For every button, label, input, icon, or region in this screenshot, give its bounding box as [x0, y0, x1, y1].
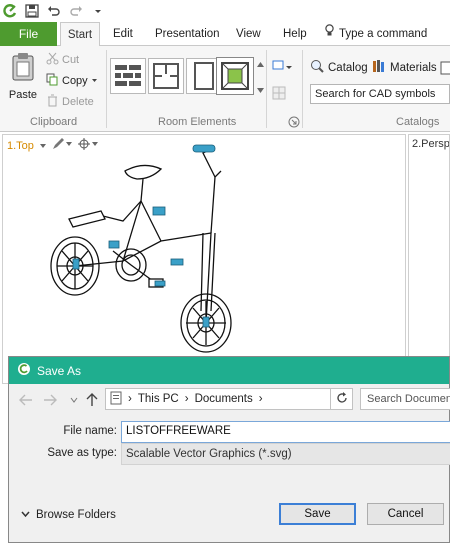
materials-icon — [372, 59, 387, 77]
tab-file[interactable]: File — [0, 22, 57, 46]
tab-view[interactable]: View — [236, 22, 261, 46]
materials-button[interactable]: Materials — [372, 59, 437, 77]
address-bar[interactable]: › This PC › Documents › — [105, 388, 331, 410]
cancel-button[interactable]: Cancel — [367, 503, 444, 525]
cut-button[interactable]: Cut — [46, 52, 79, 68]
catalog-button[interactable]: Catalog — [310, 59, 368, 77]
tab-presentation[interactable]: Presentation — [155, 22, 220, 46]
breadcrumb-this-pc[interactable]: This PC — [138, 393, 179, 405]
paste-button[interactable]: Paste — [6, 52, 40, 101]
forward-arrow-icon[interactable] — [43, 392, 57, 408]
tab-help[interactable]: Help — [283, 22, 307, 46]
floor-button[interactable] — [216, 57, 254, 95]
divider — [266, 50, 267, 128]
room-button[interactable] — [148, 58, 184, 94]
tab-edit[interactable]: Edit — [113, 22, 133, 46]
room-elements-group-label: Room Elements — [158, 116, 237, 128]
floor-icon — [221, 62, 249, 90]
application-window: File Start Edit Presentation View Help T… — [0, 0, 450, 543]
door-icon — [194, 62, 214, 90]
refresh-button[interactable] — [331, 388, 353, 410]
clipboard-icon — [12, 53, 34, 81]
back-arrow-icon[interactable] — [19, 392, 33, 408]
save-type-label: Save as type: — [47, 447, 117, 459]
delete-button[interactable]: Delete — [46, 94, 94, 110]
chevron-down-icon — [91, 75, 98, 87]
file-name-row: File name: LISTOFFREEWARE — [9, 421, 450, 443]
dialog-nav-bar: › This PC › Documents › Search Documents — [9, 385, 450, 415]
path-separator-icon: › — [258, 393, 263, 405]
save-type-row: Save as type: Scalable Vector Graphics (… — [9, 443, 450, 465]
scissors-icon — [46, 52, 59, 68]
lightbulb-icon — [324, 22, 335, 46]
cut-label: Cut — [62, 54, 80, 66]
tab-start[interactable]: Start — [60, 22, 100, 47]
perspective-view-label[interactable]: 2.Perspe — [412, 138, 449, 150]
top-view-label[interactable]: 1.Top — [7, 140, 34, 152]
materials-label: Materials — [390, 62, 437, 74]
gallery-scroll[interactable] — [256, 58, 264, 96]
cad-symbol-search-input[interactable]: Search for CAD symbols — [310, 84, 450, 104]
redo-icon[interactable] — [68, 3, 84, 19]
dialog-title-bar[interactable]: Save As — [9, 357, 449, 384]
save-button[interactable]: Save — [279, 503, 356, 525]
brick-wall-icon — [115, 65, 141, 86]
paste-label: Paste — [8, 89, 38, 101]
save-as-dialog: Save As › This PC › Documents › Search D… — [8, 356, 450, 543]
catalog-label: Catalog — [328, 62, 368, 74]
copy-icon — [46, 73, 59, 89]
delete-label: Delete — [62, 96, 94, 108]
path-separator-icon: › — [184, 393, 189, 405]
file-name-input[interactable]: LISTOFFREEWARE — [121, 421, 450, 443]
browse-folders-toggle[interactable]: Browse Folders — [21, 509, 116, 521]
catalogs-group-label: Catalogs — [396, 116, 440, 128]
refresh-icon — [336, 391, 348, 407]
room-plan-icon — [153, 63, 179, 89]
perspective-viewport[interactable]: 2.Perspe — [408, 134, 450, 384]
up-arrow-icon[interactable] — [85, 392, 99, 408]
top-viewport[interactable]: 1.Top — [2, 134, 406, 384]
folder-icon — [110, 391, 122, 408]
undo-icon[interactable] — [46, 3, 62, 19]
command-search-label: Type a command — [339, 28, 428, 40]
copy-label: Copy — [62, 75, 88, 87]
file-name-label: File name: — [63, 425, 117, 437]
dialog-search-input[interactable]: Search Documents — [360, 388, 450, 410]
ribbon-panel: Paste Cut Copy Delete Clipboard Room Ele… — [0, 46, 450, 132]
dialog-app-icon — [17, 362, 31, 379]
dialog-title: Save As — [37, 363, 82, 378]
command-search[interactable]: Type a command — [324, 22, 427, 46]
clipboard-group-label: Clipboard — [30, 116, 78, 128]
save-type-select[interactable]: Scalable Vector Graphics (*.svg) — [121, 443, 450, 465]
dialog-launcher-icon[interactable] — [288, 116, 300, 131]
save-icon[interactable] — [24, 3, 40, 19]
wall-button[interactable] — [110, 58, 146, 94]
ribbon-tabs: File Start Edit Presentation View Help T… — [0, 22, 450, 47]
catalog-icon — [310, 59, 325, 77]
chevron-down-icon — [21, 509, 30, 521]
divider — [302, 50, 303, 128]
app-logo-icon — [2, 3, 18, 19]
extra-tool-icon[interactable] — [440, 61, 450, 78]
browse-folders-label: Browse Folders — [36, 509, 116, 521]
breadcrumb-documents[interactable]: Documents — [195, 393, 253, 405]
recent-dropdown-icon[interactable] — [67, 392, 81, 408]
grid-tool-icon — [272, 86, 286, 103]
qat-dropdown-icon[interactable] — [90, 3, 106, 19]
scroll-down-icon[interactable] — [256, 84, 264, 96]
path-separator-icon: › — [128, 393, 132, 405]
delete-icon — [46, 94, 59, 110]
scroll-up-icon[interactable] — [256, 58, 264, 70]
bicycle-drawing — [50, 144, 232, 353]
divider — [106, 50, 107, 128]
quick-access-toolbar — [0, 0, 450, 22]
object-tool-icon[interactable] — [272, 60, 292, 77]
copy-button[interactable]: Copy — [46, 73, 98, 89]
